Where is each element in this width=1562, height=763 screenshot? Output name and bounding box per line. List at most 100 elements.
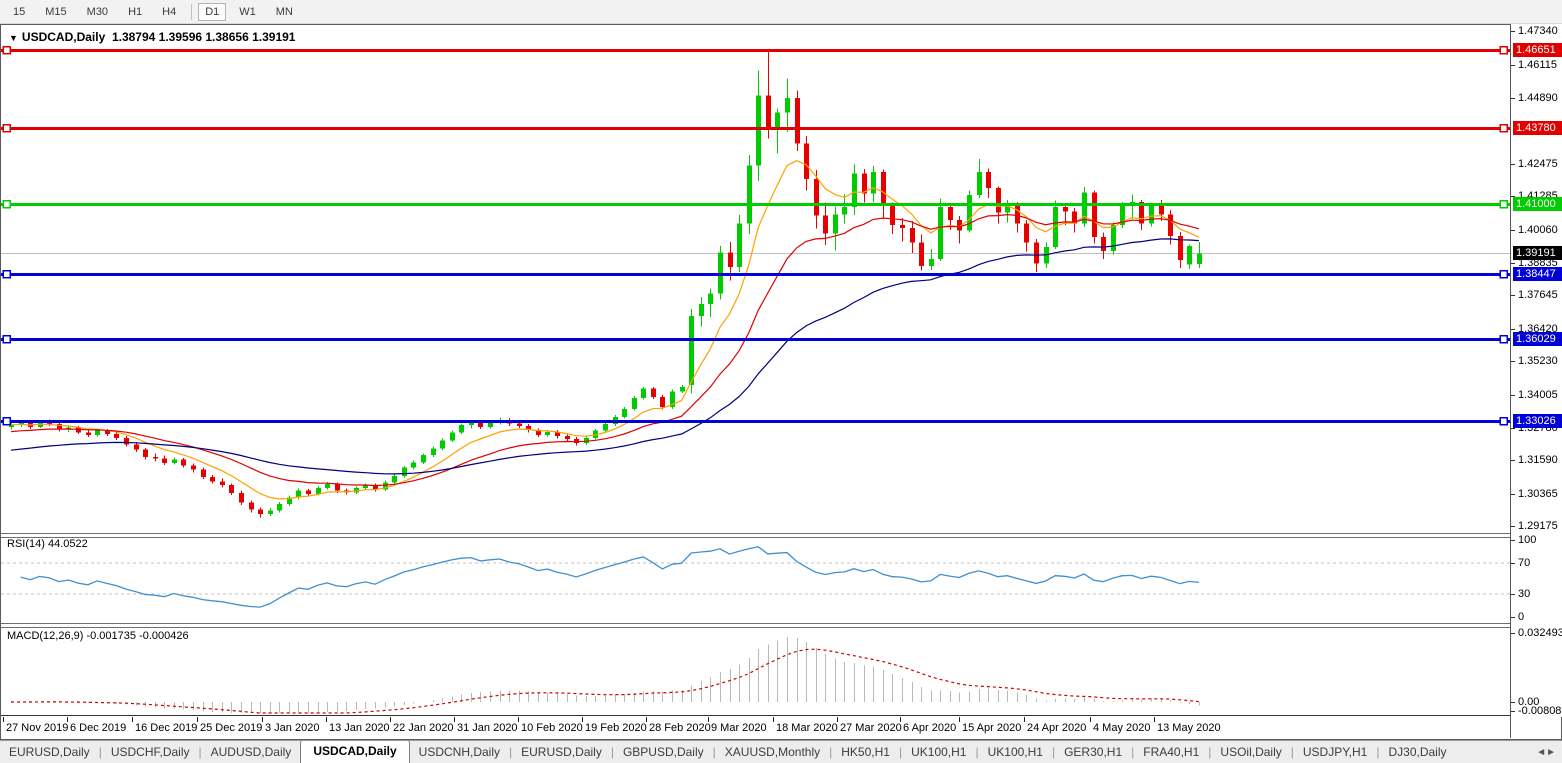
- price-axis-label: 1.42475: [1518, 158, 1558, 170]
- candle-body: [823, 215, 828, 233]
- tab-scroll-left-icon[interactable]: ◄: [1536, 747, 1546, 758]
- time-axis-tick: [454, 717, 455, 722]
- hline-handle[interactable]: [3, 418, 10, 425]
- candle-body: [268, 511, 273, 515]
- chart-tab-DJ30-Daily[interactable]: DJ30,Daily: [1379, 742, 1455, 763]
- chart-tab-GBPUSD-Daily[interactable]: GBPUSD,Daily: [614, 742, 713, 763]
- timeframe-button-D1[interactable]: D1: [198, 3, 226, 21]
- time-axis-tick: [959, 717, 960, 722]
- macd-chart[interactable]: [1, 628, 1510, 715]
- candle-body: [1197, 253, 1202, 264]
- chart-tab-FRA40-H1[interactable]: FRA40,H1: [1134, 742, 1208, 763]
- chart-tab-USDCAD-Daily[interactable]: USDCAD,Daily: [300, 740, 409, 763]
- candle-body: [143, 450, 148, 457]
- candle-body: [804, 143, 809, 178]
- candle-body: [335, 484, 340, 491]
- hline-handle[interactable]: [1500, 201, 1507, 208]
- timeframe-button-W1[interactable]: W1: [232, 3, 263, 21]
- candle-body: [660, 397, 665, 407]
- macd-axis-label: 0.032493: [1518, 627, 1562, 639]
- timeframe-button-H4[interactable]: H4: [155, 3, 183, 21]
- chart-ohlc-values: 1.38794 1.39596 1.38656 1.39191: [112, 30, 296, 44]
- chart-tab-UK100-H1[interactable]: UK100,H1: [902, 742, 975, 763]
- candle-body: [919, 243, 924, 266]
- macd-label: MACD(12,26,9) -0.001735 -0.000426: [7, 630, 189, 642]
- candle-body: [450, 432, 455, 440]
- time-axis-date: 28 Feb 2020: [649, 722, 711, 734]
- chart-tab-HK50-H1[interactable]: HK50,H1: [832, 742, 899, 763]
- hline-handle[interactable]: [3, 125, 10, 132]
- candle-body: [900, 225, 905, 228]
- price-axis-label: 1.34005: [1518, 389, 1558, 401]
- candle-body: [1159, 206, 1164, 214]
- rsi-label: RSI(14) 44.0522: [7, 538, 88, 550]
- candle-body: [890, 206, 895, 225]
- hline-handle[interactable]: [1500, 271, 1507, 278]
- time-axis-date: 3 Jan 2020: [265, 722, 319, 734]
- macd-signal-line: [11, 649, 1199, 713]
- chart-tab-EURUSD-Daily[interactable]: EURUSD,Daily: [512, 742, 611, 763]
- candle-body: [833, 214, 838, 233]
- candle-body: [86, 432, 91, 435]
- axis-divider: [1510, 25, 1511, 738]
- candle-body: [459, 425, 464, 432]
- chart-dropdown-icon[interactable]: ▼: [9, 33, 18, 43]
- candle-body: [641, 389, 646, 398]
- candle-body: [478, 422, 483, 426]
- price-axis-tick: [1511, 295, 1515, 296]
- chart-tab-USDCNH-Daily[interactable]: USDCNH,Daily: [410, 742, 509, 763]
- candle-body: [239, 493, 244, 503]
- time-axis-date: 10 Feb 2020: [521, 722, 583, 734]
- rsi-chart[interactable]: [1, 536, 1510, 620]
- candle-body: [766, 96, 771, 129]
- chart-tab-AUDUSD-Daily[interactable]: AUDUSD,Daily: [202, 742, 301, 763]
- time-axis-date: 22 Jan 2020: [393, 722, 454, 734]
- price-axis-label: 1.40060: [1518, 224, 1558, 236]
- timeframe-button-M15[interactable]: M15: [38, 3, 73, 21]
- time-axis-date: 19 Feb 2020: [585, 722, 647, 734]
- timeframe-button-MN[interactable]: MN: [269, 3, 300, 21]
- chart-tab-EURUSD-Daily[interactable]: EURUSD,Daily: [0, 742, 99, 763]
- price-badge-1.36029: 1.36029: [1513, 332, 1562, 346]
- tab-scroll-right-icon[interactable]: ►: [1546, 747, 1556, 758]
- hline-handle[interactable]: [1500, 47, 1507, 54]
- chart-tab-GER30-H1[interactable]: GER30,H1: [1055, 742, 1131, 763]
- hline-handle[interactable]: [3, 47, 10, 54]
- candle-body: [1015, 205, 1020, 224]
- chart-tab-USDCHF-Daily[interactable]: USDCHF,Daily: [102, 742, 199, 763]
- rsi-axis-tick: [1511, 594, 1515, 595]
- candle-body: [421, 455, 426, 462]
- timeframe-button-M30[interactable]: M30: [80, 3, 115, 21]
- chart-tab-UK100-H1[interactable]: UK100,H1: [979, 742, 1052, 763]
- candle-body: [124, 438, 129, 445]
- chart-tab-USDJPY-H1[interactable]: USDJPY,H1: [1294, 742, 1376, 763]
- moving-average-8: [11, 161, 1199, 499]
- rsi-axis-tick: [1511, 617, 1515, 618]
- timeframe-button-15[interactable]: 15: [6, 3, 32, 21]
- price-chart[interactable]: [1, 28, 1510, 532]
- hline-handle[interactable]: [3, 271, 10, 278]
- hline-handle[interactable]: [1500, 125, 1507, 132]
- hline-handle[interactable]: [1500, 336, 1507, 343]
- time-axis-date: 27 Nov 2019: [6, 722, 68, 734]
- candle-body: [325, 484, 330, 488]
- price-axis[interactable]: 1.473401.461151.448901.424751.412851.400…: [1511, 24, 1562, 717]
- candle-body: [814, 179, 819, 216]
- candle-body: [1168, 214, 1173, 236]
- candle-body: [1063, 207, 1068, 211]
- candle-body: [114, 434, 119, 438]
- chart-tab-XAUUSD-Monthly[interactable]: XAUUSD,Monthly: [716, 742, 829, 763]
- hline-handle[interactable]: [3, 201, 10, 208]
- time-axis[interactable]: 27 Nov 20196 Dec 201916 Dec 201925 Dec 2…: [1, 717, 1510, 739]
- timeframe-button-H1[interactable]: H1: [121, 3, 149, 21]
- time-axis-tick: [708, 717, 709, 722]
- price-axis-label: 1.46115: [1518, 59, 1557, 71]
- price-badge-1.46651: 1.46651: [1513, 43, 1562, 57]
- chart-tab-USOil-Daily[interactable]: USOil,Daily: [1211, 742, 1290, 763]
- time-axis-date: 6 Dec 2019: [70, 722, 126, 734]
- time-axis-border: [1, 715, 1510, 716]
- hline-handle[interactable]: [3, 336, 10, 343]
- tab-scroll-arrows: ◄►: [1536, 747, 1556, 763]
- candle-body: [996, 188, 1001, 213]
- hline-handle[interactable]: [1500, 418, 1507, 425]
